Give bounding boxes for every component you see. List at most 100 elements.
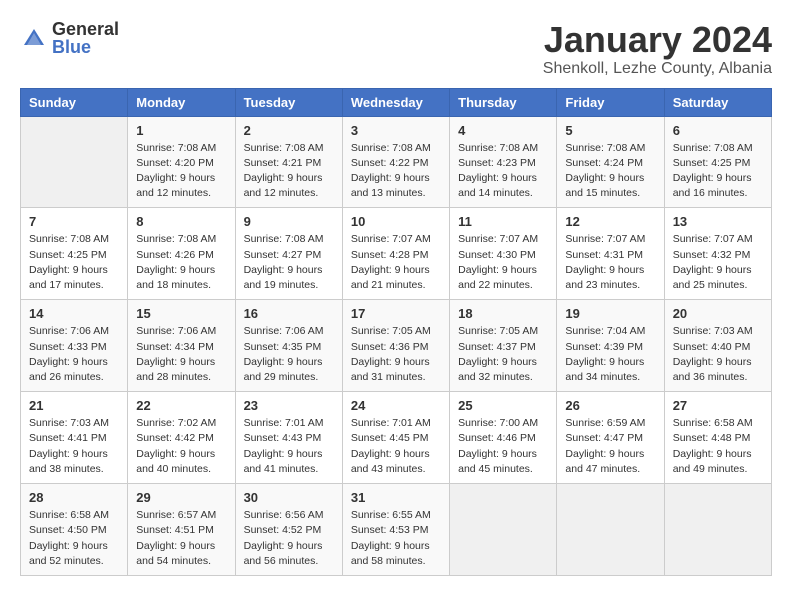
day-number: 26: [565, 398, 655, 413]
day-number: 1: [136, 123, 226, 138]
calendar-cell: 22 Sunrise: 7:02 AMSunset: 4:42 PMDayligh…: [128, 392, 235, 484]
day-number: 17: [351, 306, 441, 321]
day-info: Sunrise: 6:56 AMSunset: 4:52 PMDaylight:…: [244, 508, 334, 569]
calendar-body: 1Sunrise: 7:08 AMSunset: 4:20 PMDaylight…: [21, 116, 772, 575]
calendar-cell: 27 Sunrise: 6:58 AMSunset: 4:48 PMDayligh…: [664, 392, 771, 484]
day-number: 22: [136, 398, 226, 413]
header-day-tuesday: Tuesday: [235, 88, 342, 116]
calendar-cell: 6Sunrise: 7:08 AMSunset: 4:25 PMDaylight…: [664, 116, 771, 208]
day-number: 27: [673, 398, 763, 413]
day-info: Sunrise: 7:01 AMSunset: 4:43 PMDaylight:…: [244, 416, 334, 477]
day-info: Sunrise: 7:05 AMSunset: 4:36 PMDaylight:…: [351, 324, 441, 385]
day-number: 4: [458, 123, 548, 138]
day-number: 8: [136, 214, 226, 229]
day-info: Sunrise: 7:08 AMSunset: 4:21 PMDaylight:…: [244, 141, 334, 202]
calendar-cell: [450, 484, 557, 576]
header-day-monday: Monday: [128, 88, 235, 116]
day-number: 13: [673, 214, 763, 229]
calendar-cell: 25Sunrise: 7:00 AMSunset: 4:46 PMDayligh…: [450, 392, 557, 484]
day-info: Sunrise: 7:08 AMSunset: 4:27 PMDaylight:…: [244, 232, 334, 293]
calendar-cell: 30 Sunrise: 6:56 AMSunset: 4:52 PMDayligh…: [235, 484, 342, 576]
day-info: Sunrise: 7:07 AMSunset: 4:32 PMDaylight:…: [673, 232, 763, 293]
day-number: 3: [351, 123, 441, 138]
day-number: 19: [565, 306, 655, 321]
day-info: Sunrise: 7:04 AMSunset: 4:39 PMDaylight:…: [565, 324, 655, 385]
day-info: Sunrise: 7:07 AMSunset: 4:30 PMDaylight:…: [458, 232, 548, 293]
calendar-cell: 26 Sunrise: 6:59 AMSunset: 4:47 PMDayligh…: [557, 392, 664, 484]
calendar-cell: 21Sunrise: 7:03 AMSunset: 4:41 PMDayligh…: [21, 392, 128, 484]
day-number: 12: [565, 214, 655, 229]
day-number: 9: [244, 214, 334, 229]
header-day-friday: Friday: [557, 88, 664, 116]
calendar-cell: 18Sunrise: 7:05 AMSunset: 4:37 PMDayligh…: [450, 300, 557, 392]
calendar-cell: 24Sunrise: 7:01 AMSunset: 4:45 PMDayligh…: [342, 392, 449, 484]
day-number: 25: [458, 398, 548, 413]
calendar-cell: 8Sunrise: 7:08 AMSunset: 4:26 PMDaylight…: [128, 208, 235, 300]
calendar-cell: [664, 484, 771, 576]
day-info: Sunrise: 7:06 AMSunset: 4:33 PMDaylight:…: [29, 324, 119, 385]
day-info: Sunrise: 7:03 AMSunset: 4:41 PMDaylight:…: [29, 416, 119, 477]
week-row-1: 7Sunrise: 7:08 AMSunset: 4:25 PMDaylight…: [21, 208, 772, 300]
day-info: Sunrise: 7:08 AMSunset: 4:22 PMDaylight:…: [351, 141, 441, 202]
day-info: Sunrise: 7:06 AMSunset: 4:35 PMDaylight:…: [244, 324, 334, 385]
calendar-table: SundayMondayTuesdayWednesdayThursdayFrid…: [20, 88, 772, 576]
calendar-cell: [557, 484, 664, 576]
day-info: Sunrise: 7:02 AMSunset: 4:42 PMDaylight:…: [136, 416, 226, 477]
page-header: General Blue January 2024 Shenkoll, Lezh…: [20, 20, 772, 78]
week-row-2: 14 Sunrise: 7:06 AMSunset: 4:33 PMDayligh…: [21, 300, 772, 392]
header-row: SundayMondayTuesdayWednesdayThursdayFrid…: [21, 88, 772, 116]
day-info: Sunrise: 7:01 AMSunset: 4:45 PMDaylight:…: [351, 416, 441, 477]
calendar-cell: 10 Sunrise: 7:07 AMSunset: 4:28 PMDayligh…: [342, 208, 449, 300]
day-number: 5: [565, 123, 655, 138]
calendar-cell: 3 Sunrise: 7:08 AMSunset: 4:22 PMDaylight…: [342, 116, 449, 208]
day-info: Sunrise: 7:07 AMSunset: 4:28 PMDaylight:…: [351, 232, 441, 293]
day-info: Sunrise: 6:58 AMSunset: 4:50 PMDaylight:…: [29, 508, 119, 569]
week-row-3: 21Sunrise: 7:03 AMSunset: 4:41 PMDayligh…: [21, 392, 772, 484]
day-info: Sunrise: 6:58 AMSunset: 4:48 PMDaylight:…: [673, 416, 763, 477]
day-number: 29: [136, 490, 226, 505]
calendar-cell: 2Sunrise: 7:08 AMSunset: 4:21 PMDaylight…: [235, 116, 342, 208]
calendar-cell: 28 Sunrise: 6:58 AMSunset: 4:50 PMDayligh…: [21, 484, 128, 576]
calendar-cell: 29Sunrise: 6:57 AMSunset: 4:51 PMDayligh…: [128, 484, 235, 576]
day-number: 20: [673, 306, 763, 321]
week-row-0: 1Sunrise: 7:08 AMSunset: 4:20 PMDaylight…: [21, 116, 772, 208]
day-number: 30: [244, 490, 334, 505]
week-row-4: 28 Sunrise: 6:58 AMSunset: 4:50 PMDayligh…: [21, 484, 772, 576]
day-number: 16: [244, 306, 334, 321]
calendar-cell: 17 Sunrise: 7:05 AMSunset: 4:36 PMDayligh…: [342, 300, 449, 392]
calendar-cell: 23Sunrise: 7:01 AMSunset: 4:43 PMDayligh…: [235, 392, 342, 484]
logo-blue-text: Blue: [52, 37, 91, 57]
calendar-cell: 15 Sunrise: 7:06 AMSunset: 4:34 PMDayligh…: [128, 300, 235, 392]
day-info: Sunrise: 7:06 AMSunset: 4:34 PMDaylight:…: [136, 324, 226, 385]
calendar-cell: 11 Sunrise: 7:07 AMSunset: 4:30 PMDayligh…: [450, 208, 557, 300]
calendar-cell: 16 Sunrise: 7:06 AMSunset: 4:35 PMDayligh…: [235, 300, 342, 392]
calendar-cell: 12 Sunrise: 7:07 AMSunset: 4:31 PMDayligh…: [557, 208, 664, 300]
calendar-cell: [21, 116, 128, 208]
header-day-saturday: Saturday: [664, 88, 771, 116]
calendar-cell: 1Sunrise: 7:08 AMSunset: 4:20 PMDaylight…: [128, 116, 235, 208]
calendar-cell: 7Sunrise: 7:08 AMSunset: 4:25 PMDaylight…: [21, 208, 128, 300]
day-number: 28: [29, 490, 119, 505]
day-info: Sunrise: 6:55 AMSunset: 4:53 PMDaylight:…: [351, 508, 441, 569]
day-number: 14: [29, 306, 119, 321]
calendar-cell: 14 Sunrise: 7:06 AMSunset: 4:33 PMDayligh…: [21, 300, 128, 392]
month-title: January 2024: [543, 20, 772, 60]
calendar-cell: 9 Sunrise: 7:08 AMSunset: 4:27 PMDaylight…: [235, 208, 342, 300]
location-title: Shenkoll, Lezhe County, Albania: [543, 60, 772, 78]
calendar-cell: 13 Sunrise: 7:07 AMSunset: 4:32 PMDayligh…: [664, 208, 771, 300]
calendar-cell: 5 Sunrise: 7:08 AMSunset: 4:24 PMDaylight…: [557, 116, 664, 208]
day-info: Sunrise: 7:07 AMSunset: 4:31 PMDaylight:…: [565, 232, 655, 293]
day-number: 7: [29, 214, 119, 229]
logo-icon: [20, 25, 48, 53]
calendar-cell: 20Sunrise: 7:03 AMSunset: 4:40 PMDayligh…: [664, 300, 771, 392]
day-number: 31: [351, 490, 441, 505]
calendar-cell: 19 Sunrise: 7:04 AMSunset: 4:39 PMDayligh…: [557, 300, 664, 392]
day-info: Sunrise: 7:08 AMSunset: 4:25 PMDaylight:…: [673, 141, 763, 202]
logo: General Blue: [20, 20, 119, 58]
day-number: 10: [351, 214, 441, 229]
day-number: 11: [458, 214, 548, 229]
day-info: Sunrise: 6:59 AMSunset: 4:47 PMDaylight:…: [565, 416, 655, 477]
day-info: Sunrise: 7:05 AMSunset: 4:37 PMDaylight:…: [458, 324, 548, 385]
day-number: 15: [136, 306, 226, 321]
day-info: Sunrise: 7:08 AMSunset: 4:24 PMDaylight:…: [565, 141, 655, 202]
